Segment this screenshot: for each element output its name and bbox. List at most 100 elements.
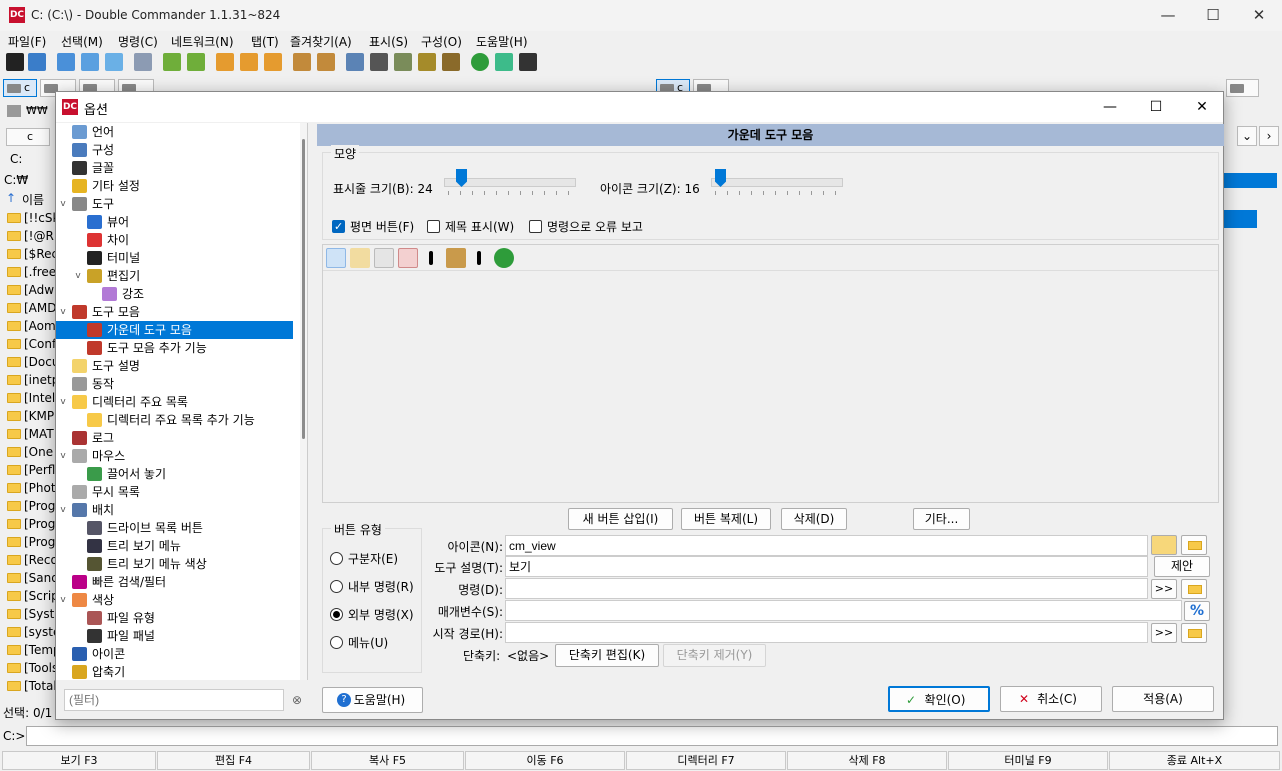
flat-buttons-checkbox[interactable]: 평면 버튼(F)	[332, 218, 414, 236]
tree-item-8[interactable]: v 편집기	[56, 267, 293, 285]
tree-item-20[interactable]: 무시 목록	[56, 483, 293, 501]
compare-icon[interactable]	[134, 53, 152, 71]
left-drive-c-button[interactable]: c	[3, 79, 37, 97]
file-row[interactable]: [.free	[4, 263, 56, 281]
file-row[interactable]: [Prog	[4, 533, 56, 551]
show-caption-checkbox[interactable]: 제목 표시(W)	[427, 218, 514, 236]
brief-view-icon[interactable]	[57, 53, 75, 71]
edit-hotkey-button[interactable]: 단축키 편집(K)	[555, 644, 659, 667]
close-icon[interactable]: ✕	[1236, 0, 1282, 31]
flat-buttons-checkbox-box[interactable]	[332, 218, 345, 236]
search-binoculars-icon[interactable]	[370, 53, 388, 71]
apply-button[interactable]: 적용(A)	[1112, 686, 1214, 712]
thumbnail-view-icon[interactable]	[105, 53, 123, 71]
tree-item-28[interactable]: 파일 패널	[56, 627, 293, 645]
tree-item-18[interactable]: v 마우스	[56, 447, 293, 465]
tree-item-27[interactable]: 파일 유형	[56, 609, 293, 627]
menu-favorites[interactable]: 즐겨찾기(A)	[290, 33, 352, 50]
exit-altx-button[interactable]: 종료 Alt+X	[1109, 751, 1280, 770]
left-path-drive-button[interactable]: c	[6, 128, 50, 146]
chevron-down-icon[interactable]: v	[58, 447, 68, 465]
menu-help[interactable]: 도움말(H)	[476, 33, 528, 50]
unselect-group-icon[interactable]	[240, 53, 258, 71]
terminal-icon[interactable]	[6, 53, 24, 71]
invert-selection-icon[interactable]	[264, 53, 282, 71]
edit-f4-button[interactable]: 편집 F4	[157, 751, 310, 770]
tooltip-field[interactable]	[505, 556, 1148, 577]
options-gear-icon[interactable]	[28, 53, 46, 71]
file-row[interactable]: [Syste	[4, 605, 56, 623]
unpack-icon[interactable]	[317, 53, 335, 71]
full-view-icon[interactable]	[81, 53, 99, 71]
type-internal-radio[interactable]: 내부 명령(R)	[330, 578, 414, 596]
tab-scroll-left-button[interactable]: ⌄	[1237, 126, 1257, 146]
select-group-icon[interactable]	[216, 53, 234, 71]
params-field[interactable]	[505, 600, 1182, 621]
right-panel-selected-row[interactable]	[1224, 210, 1257, 228]
tab-scroll-right-button[interactable]: ›	[1259, 126, 1279, 146]
insert-button-button[interactable]: 새 버튼 삽입(I)	[568, 508, 673, 530]
tree-item-2[interactable]: 글꼴	[56, 159, 293, 177]
file-row[interactable]: [Perfl	[4, 461, 56, 479]
file-row[interactable]: [Conf	[4, 335, 56, 353]
type-menu-radio[interactable]: 메뉴(U)	[330, 634, 388, 652]
file-row[interactable]: [Adw	[4, 281, 56, 299]
icon-field[interactable]	[505, 535, 1148, 556]
percent-variables-button[interactable]: %	[1184, 601, 1210, 621]
pack-icon[interactable]	[293, 53, 311, 71]
terminal-f9-button[interactable]: 터미널 F9	[948, 751, 1108, 770]
edit-pencil-icon[interactable]	[350, 248, 370, 268]
tree-item-15[interactable]: v 디렉터리 주요 목록	[56, 393, 293, 411]
right-drive-button[interactable]	[1226, 79, 1259, 97]
tree-item-26[interactable]: v 색상	[56, 591, 293, 609]
tree-item-5[interactable]: 뷰어	[56, 213, 293, 231]
menu-tabs[interactable]: 탭(T)	[251, 33, 279, 50]
tree-item-7[interactable]: 터미널	[56, 249, 293, 267]
chevron-down-icon[interactable]: v	[58, 303, 68, 321]
tree-item-1[interactable]: 구성	[56, 141, 293, 159]
file-row[interactable]: [One	[4, 443, 56, 461]
chevron-down-icon[interactable]: v	[58, 195, 68, 213]
tree-item-10[interactable]: v 도구 모음	[56, 303, 293, 321]
file-row[interactable]: [KMP	[4, 407, 56, 425]
utorrent-icon[interactable]	[471, 53, 489, 71]
tree-item-13[interactable]: 도구 설명	[56, 357, 293, 375]
file-row[interactable]: [$Rec	[4, 245, 56, 263]
pack-box-icon[interactable]	[446, 248, 466, 268]
notes-icon[interactable]	[495, 53, 513, 71]
file-row[interactable]: [Aom	[4, 317, 56, 335]
right-arrow-icon[interactable]	[187, 53, 205, 71]
maximize-icon[interactable]: ☐	[1190, 0, 1236, 31]
file-row[interactable]: [Phot	[4, 479, 56, 497]
tree-item-22[interactable]: 드라이브 목록 버튼	[56, 519, 293, 537]
menu-select[interactable]: 선택(M)	[61, 33, 103, 50]
tree-item-29[interactable]: 아이콘	[56, 645, 293, 663]
tree-item-16[interactable]: 디렉터리 주요 목록 추가 기능	[56, 411, 293, 429]
mkdir-f7-button[interactable]: 디렉터리 F7	[626, 751, 786, 770]
remove-hotkey-button[interactable]: 단축키 제거(Y)	[663, 644, 766, 667]
tree-item-23[interactable]: 트리 보기 메뉴	[56, 537, 293, 555]
tree-item-17[interactable]: 로그	[56, 429, 293, 447]
view-f3-button[interactable]: 보기 F3	[2, 751, 156, 770]
cancel-button[interactable]: ✕ 취소(C)	[1000, 686, 1102, 712]
type-external-radio[interactable]: 외부 명령(X)	[330, 606, 414, 624]
tree-item-14[interactable]: 동작	[56, 375, 293, 393]
file-row[interactable]: [Scrip	[4, 587, 56, 605]
separator-icon[interactable]	[429, 251, 433, 265]
file-row[interactable]: [Temp	[4, 641, 56, 659]
tree-item-3[interactable]: 기타 설정	[56, 177, 293, 195]
file-row[interactable]: [Intel]	[4, 389, 56, 407]
file-row[interactable]: [syste	[4, 623, 56, 641]
command-more-button[interactable]: >>	[1151, 579, 1177, 599]
copy-f5-button[interactable]: 복사 F5	[311, 751, 464, 770]
copy-icon[interactable]	[374, 248, 394, 268]
move-f6-button[interactable]: 이동 F6	[465, 751, 625, 770]
name-column-header[interactable]: ↑ 이름	[6, 191, 44, 208]
file-row[interactable]: [Docu	[4, 353, 56, 371]
command-field[interactable]	[505, 578, 1148, 599]
7zip-icon[interactable]	[519, 53, 537, 71]
tree-item-24[interactable]: 트리 보기 메뉴 색상	[56, 555, 293, 573]
clone-button-button[interactable]: 버튼 복제(L)	[681, 508, 771, 530]
type-separator-radio[interactable]: 구분자(E)	[330, 550, 398, 568]
ok-button[interactable]: ✓ 확인(O)	[888, 686, 990, 712]
